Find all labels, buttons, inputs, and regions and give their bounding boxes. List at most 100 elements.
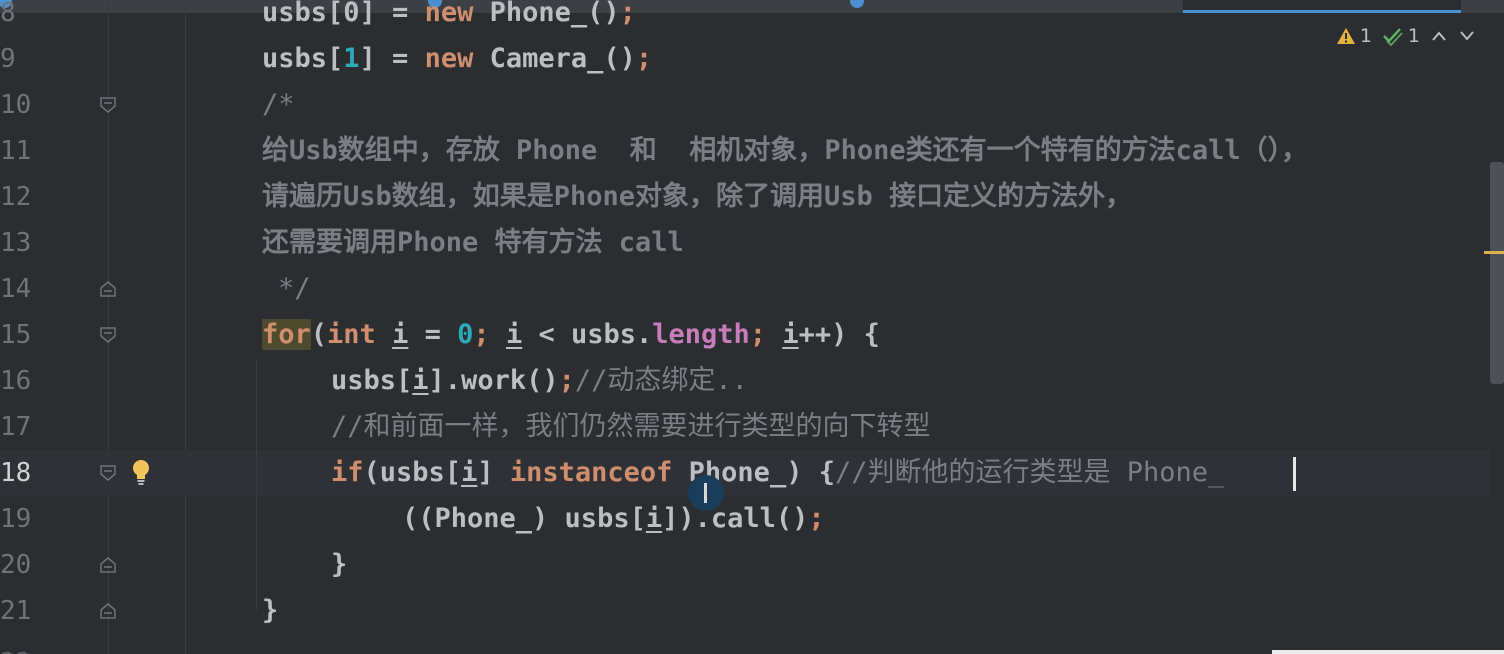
code-line-current[interactable]: 18 if(usbs[i] instanceof Phone_) {//判断他的… xyxy=(0,450,1490,496)
line-number: 10 xyxy=(0,90,32,120)
code-line[interactable]: 19 ((Phone_) usbs[i]).call(); xyxy=(0,496,1490,542)
code-line[interactable]: 16 usbs[i].work();//动态绑定.. xyxy=(0,358,1490,404)
code-token: (usbs[ xyxy=(363,457,462,488)
field-token: length xyxy=(652,319,750,350)
comment-text[interactable]: /* xyxy=(262,82,295,128)
line-number: 16 xyxy=(0,366,32,396)
fold-collapse-icon[interactable] xyxy=(99,326,117,344)
code-text[interactable]: } xyxy=(331,542,347,588)
code-line[interactable]: 11 给Usb数组中，存放 Phone 和 相机对象，Phone类还有一个特有的… xyxy=(0,128,1490,174)
variable-token: i xyxy=(782,319,799,350)
code-text[interactable]: usbs[0] = new Phone_(); xyxy=(262,0,636,36)
comment-text[interactable]: 还需要调用Phone 特有方法 call xyxy=(262,220,684,266)
code-token: usbs[ xyxy=(331,365,413,396)
code-text[interactable]: for(int i = 0; i < usbs.length; i++) { xyxy=(262,312,880,358)
indent-guide xyxy=(256,360,257,610)
code-line[interactable]: 15 for(int i = 0; i < usbs.length; i++) … xyxy=(0,312,1490,358)
variable-token: i xyxy=(645,503,663,534)
chevron-down-icon[interactable] xyxy=(1458,29,1476,43)
keyword-token: instanceof xyxy=(509,457,673,488)
punct-token: ; xyxy=(619,0,636,28)
warnings-count: 1 xyxy=(1359,25,1372,47)
line-number: 14 xyxy=(0,274,32,304)
code-line[interactable]: 8 usbs[0] = new Phone_(); xyxy=(0,0,1490,36)
code-token: ].work() xyxy=(428,365,559,396)
line-number: 20 xyxy=(0,550,32,580)
line-number: 9 xyxy=(0,44,16,74)
number-token: 0 xyxy=(457,319,474,350)
comment-token: //动态绑定.. xyxy=(574,365,748,396)
code-line[interactable]: 22 xyxy=(0,634,1490,654)
punct-token: ; xyxy=(808,503,825,534)
line-number: 8 xyxy=(0,0,16,28)
fold-end-icon[interactable] xyxy=(99,602,117,620)
code-line[interactable]: 13 还需要调用Phone 特有方法 call xyxy=(0,220,1490,266)
warning-stripe-marker[interactable] xyxy=(1484,251,1504,254)
code-line[interactable]: 20 } xyxy=(0,542,1490,588)
code-token: usbs[ xyxy=(262,43,344,74)
line-number: 12 xyxy=(0,182,32,212)
code-text[interactable]: ((Phone_) usbs[i]).call(); xyxy=(402,496,825,542)
number-token: 1 xyxy=(343,43,360,74)
line-number: 13 xyxy=(0,228,32,258)
keyword-token: new xyxy=(424,0,474,28)
keyword-token: if xyxy=(331,457,364,488)
code-line[interactable]: 14 */ xyxy=(0,266,1490,312)
inspection-status-widget[interactable]: 1 1 xyxy=(1336,24,1476,48)
code-token: ( xyxy=(310,319,328,350)
lightbulb-icon[interactable] xyxy=(131,459,151,485)
code-text[interactable]: } xyxy=(262,588,278,634)
vertical-scrollbar[interactable] xyxy=(1490,162,1504,384)
variable-token: i xyxy=(505,319,523,350)
code-token: < usbs. xyxy=(522,319,653,350)
code-line[interactable]: 10 /* xyxy=(0,82,1490,128)
code-token: Phone_() xyxy=(473,0,620,28)
checks-indicator[interactable]: 1 xyxy=(1382,25,1420,47)
code-text[interactable]: usbs[1] = new Camera_(); xyxy=(262,36,652,82)
horizontal-scrollbar[interactable] xyxy=(1272,650,1504,654)
fold-collapse-icon[interactable] xyxy=(99,96,117,114)
double-check-icon xyxy=(1383,28,1403,46)
code-editor[interactable]: 8 usbs[0] = new Phone_(); 9 usbs[1] = ne… xyxy=(0,0,1504,654)
keyword-token: for xyxy=(262,319,311,350)
code-line[interactable]: 12 请遍历Usb数组，如果是Phone对象，除了调用Usb 接口定义的方法外， xyxy=(0,174,1490,220)
punct-token: ; xyxy=(558,365,575,396)
line-number: 17 xyxy=(0,412,32,442)
line-number: 22 xyxy=(0,640,40,654)
keyword-token: int xyxy=(327,319,376,350)
code-text[interactable]: if(usbs[i] instanceof Phone_) {//判断他的运行类… xyxy=(331,450,1224,496)
line-number: 21 xyxy=(0,596,32,626)
keyword-token: new xyxy=(424,43,474,74)
line-number: 18 xyxy=(0,458,32,488)
fold-end-icon[interactable] xyxy=(99,556,117,574)
text-cursor xyxy=(1293,457,1296,491)
fold-end-icon[interactable] xyxy=(99,280,117,298)
comment-text[interactable]: //和前面一样，我们仍然需要进行类型的向下转型 xyxy=(331,404,931,450)
warning-icon xyxy=(1336,28,1355,44)
fold-collapse-icon[interactable] xyxy=(99,464,117,482)
code-token: ] = xyxy=(359,43,425,74)
variable-token: i xyxy=(461,457,478,488)
mouse-pointer-ibeam-icon xyxy=(688,475,724,511)
line-number: 11 xyxy=(0,136,32,166)
line-number: 19 xyxy=(0,504,32,534)
code-token: ]).call() xyxy=(662,503,809,534)
code-line[interactable]: 17 //和前面一样，我们仍然需要进行类型的向下转型 xyxy=(0,404,1490,450)
code-line[interactable]: 9 usbs[1] = new Camera_(); xyxy=(0,36,1490,82)
ibeam-icon xyxy=(704,483,707,503)
code-token: ++) { xyxy=(798,319,880,350)
comment-token: //判断他的运行类型是 Phone_ xyxy=(834,457,1225,488)
code-line[interactable]: 21 } xyxy=(0,588,1490,634)
comment-text[interactable]: 给Usb数组中，存放 Phone 和 相机对象，Phone类还有一个特有的方法c… xyxy=(262,128,1308,174)
code-text[interactable]: usbs[i].work();//动态绑定.. xyxy=(331,358,748,404)
line-number: 15 xyxy=(0,320,32,350)
comment-text[interactable]: 请遍历Usb数组，如果是Phone对象，除了调用Usb 接口定义的方法外， xyxy=(262,174,1132,220)
punct-token: ; xyxy=(749,319,767,350)
code-token: ((Phone_) usbs[ xyxy=(402,503,646,534)
comment-text[interactable]: */ xyxy=(278,266,311,312)
chevron-up-icon[interactable] xyxy=(1430,29,1448,43)
warnings-indicator[interactable]: 1 xyxy=(1336,25,1372,47)
checks-count: 1 xyxy=(1407,25,1420,47)
